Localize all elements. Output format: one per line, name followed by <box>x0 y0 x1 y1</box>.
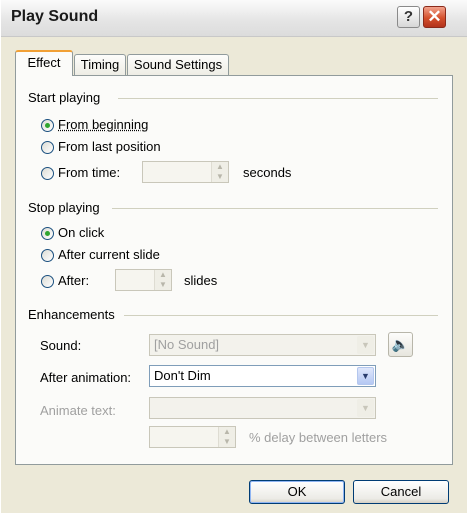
window-title: Play Sound <box>11 8 99 25</box>
stop-playing-heading: Stop playing <box>28 200 100 215</box>
after-current-slide-radio[interactable] <box>41 249 54 262</box>
help-icon: ? <box>403 8 414 25</box>
start-playing-heading: Start playing <box>28 90 101 105</box>
from-time-label[interactable]: From time: <box>58 165 120 180</box>
after-slides-radio[interactable] <box>41 275 54 288</box>
spin-arrows-icon[interactable]: ▲ ▼ <box>154 270 171 290</box>
cancel-button[interactable]: Cancel <box>353 480 449 504</box>
spin-arrows-icon[interactable]: ▲ ▼ <box>211 162 228 182</box>
sound-value: [No Sound] <box>154 337 220 352</box>
slides-stepper[interactable]: ▲ ▼ <box>115 269 172 291</box>
speaker-icon[interactable]: 🔈 <box>388 332 413 357</box>
chevron-down-icon[interactable]: ▼ <box>357 367 374 385</box>
on-click-radio[interactable] <box>41 227 54 240</box>
close-icon: ✕ <box>427 7 442 26</box>
tab-sound-settings[interactable]: Sound Settings <box>127 54 229 75</box>
delay-label: % delay between letters <box>249 430 388 445</box>
divider <box>124 315 438 316</box>
divider <box>118 98 438 99</box>
sound-label: Sound: <box>40 338 82 353</box>
animate-text-select[interactable]: ▼ <box>149 397 376 419</box>
after-slides-label[interactable]: After: <box>58 273 89 288</box>
close-button[interactable]: ✕ <box>423 6 446 28</box>
tab-timing[interactable]: Timing <box>74 54 126 75</box>
from-time-radio[interactable] <box>41 167 54 180</box>
spin-arrows-icon[interactable]: ▲ ▼ <box>218 427 235 447</box>
after-animation-value: Don't Dim <box>154 368 211 383</box>
sound-select[interactable]: [No Sound] ▼ <box>149 334 376 356</box>
seconds-label: seconds <box>243 165 292 180</box>
enhancements-heading: Enhancements <box>28 307 115 322</box>
ok-button[interactable]: OK <box>249 480 345 504</box>
on-click-label[interactable]: On click <box>58 225 104 240</box>
effect-panel: Start playing From beginning From last p… <box>15 75 453 465</box>
divider <box>112 208 438 209</box>
time-stepper[interactable]: ▲ ▼ <box>142 161 229 183</box>
tab-effect[interactable]: Effect <box>15 50 73 76</box>
slides-label: slides <box>184 273 218 288</box>
after-current-slide-label[interactable]: After current slide <box>58 247 160 262</box>
from-beginning-label[interactable]: From beginning <box>58 117 148 132</box>
play-sound-dialog: Play Sound ? ✕ Effect Timing Sound Setti… <box>0 0 467 513</box>
title-bar: Play Sound ? ✕ <box>1 0 467 37</box>
after-animation-select[interactable]: Don't Dim ▼ <box>149 365 376 387</box>
from-last-position-label[interactable]: From last position <box>58 139 161 154</box>
after-animation-label: After animation: <box>40 370 132 385</box>
help-button[interactable]: ? <box>397 6 420 28</box>
chevron-down-icon[interactable]: ▼ <box>357 336 374 354</box>
from-last-position-radio[interactable] <box>41 141 54 154</box>
from-beginning-radio[interactable] <box>41 119 54 132</box>
delay-stepper[interactable]: ▲ ▼ <box>149 426 236 448</box>
animate-text-label: Animate text: <box>40 403 116 418</box>
chevron-down-icon[interactable]: ▼ <box>357 399 374 417</box>
